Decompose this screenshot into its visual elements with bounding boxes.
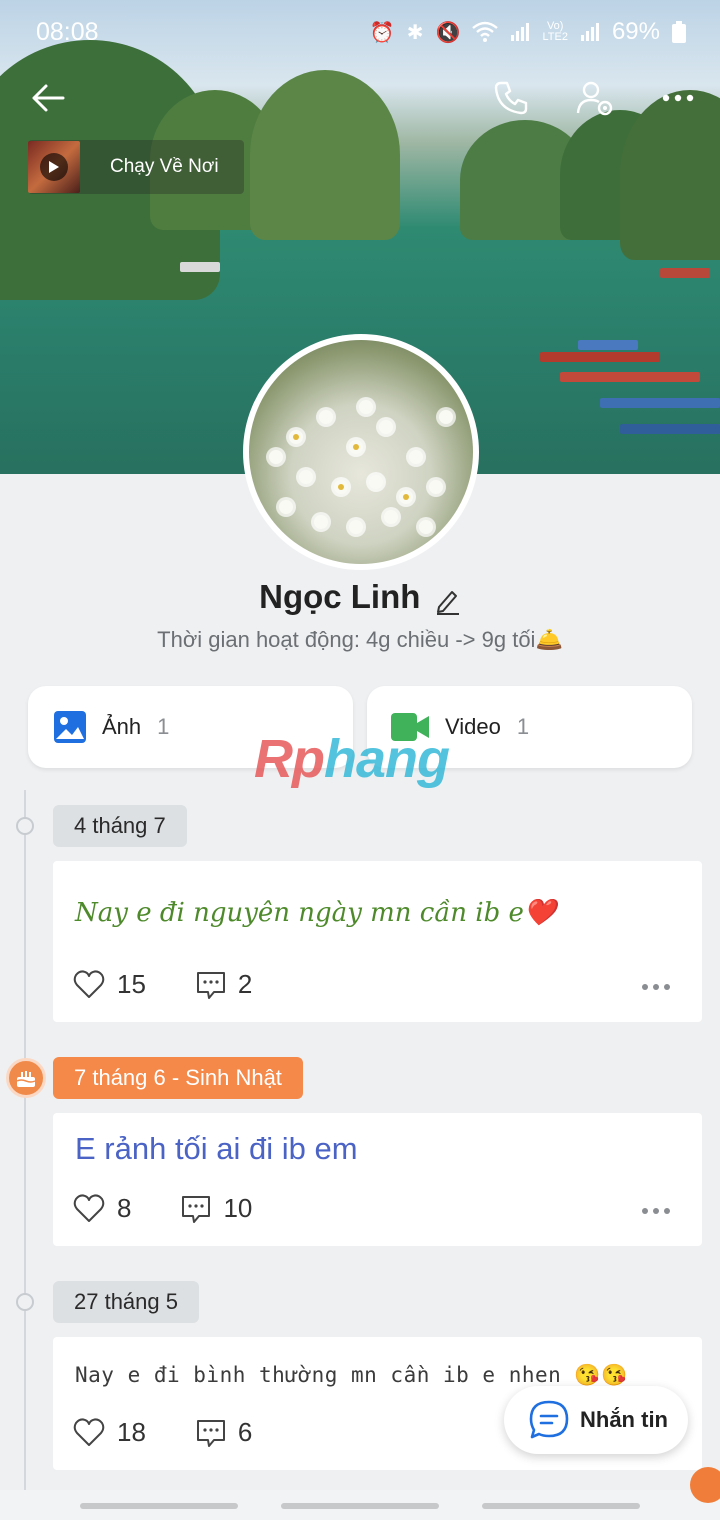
post-date-chip: 4 tháng 7 xyxy=(53,805,187,847)
post-actions: 18 6 xyxy=(73,1417,252,1448)
like-button[interactable]: 8 xyxy=(73,1193,131,1224)
photos-label: Ảnh xyxy=(102,714,142,739)
bluetooth-icon: ✱ xyxy=(406,21,424,44)
post-text: E rảnh tối ai đi ib em xyxy=(75,1131,358,1166)
image-icon xyxy=(54,711,86,743)
send-message-button[interactable]: Nhắn tin xyxy=(504,1386,688,1454)
like-button[interactable]: 18 xyxy=(73,1417,146,1448)
avatar[interactable] xyxy=(243,334,479,570)
profile-name: Ngọc Linh xyxy=(259,578,421,615)
system-nav-bar xyxy=(0,1490,720,1520)
more-icon xyxy=(662,94,694,102)
post-date-chip-birthday: 7 tháng 6 - Sinh Nhật xyxy=(53,1057,303,1099)
timeline-dot xyxy=(16,1293,34,1311)
nav-recent-button[interactable] xyxy=(80,1503,238,1509)
heart-icon xyxy=(73,970,105,998)
like-count: 8 xyxy=(117,1193,132,1223)
alarm-icon: ⏰ xyxy=(369,21,395,44)
wifi-icon xyxy=(472,21,499,42)
comment-count: 2 xyxy=(237,969,253,999)
post-more-icon[interactable] xyxy=(642,984,670,990)
post-card[interactable]: E rảnh tối ai đi ib em 8 10 xyxy=(53,1113,702,1246)
phone-icon xyxy=(494,81,528,115)
post-more-icon[interactable] xyxy=(642,1208,670,1214)
heart-icon xyxy=(73,1418,105,1446)
back-button[interactable] xyxy=(18,68,78,128)
status-time: 08:08 xyxy=(36,18,99,46)
battery-level: 69% xyxy=(611,18,660,45)
comment-count: 10 xyxy=(223,1193,253,1223)
post-card[interactable]: Nay e đi nguyên ngày mn cần ib e❤️ 15 2 xyxy=(53,861,702,1022)
edit-name-icon[interactable] xyxy=(435,587,461,620)
timeline-dot xyxy=(16,817,34,835)
comment-icon xyxy=(182,1195,211,1223)
comment-count: 6 xyxy=(237,1417,253,1447)
photos-count: 1 xyxy=(157,714,170,739)
play-icon[interactable] xyxy=(40,153,68,181)
post-text: Nay e đi bình thường mn cần ib e nhen 😘😘 xyxy=(75,1363,628,1387)
like-count: 18 xyxy=(117,1417,146,1447)
music-cover xyxy=(28,141,80,193)
comment-button[interactable]: 6 xyxy=(196,1417,252,1448)
back-arrow-icon xyxy=(32,84,65,112)
heart-icon xyxy=(73,1194,105,1222)
avatar-image xyxy=(249,340,473,564)
post-text: Nay e đi nguyên ngày mn cần ib e❤️ xyxy=(75,898,557,928)
like-count: 15 xyxy=(117,969,146,999)
status-bar: 08:08 ⏰ ✱ 🔇 Vo) LTE2 69% xyxy=(0,0,720,66)
signal-icon xyxy=(511,23,530,41)
nav-home-button[interactable] xyxy=(281,1503,439,1509)
like-button[interactable]: 15 xyxy=(73,969,146,1000)
comment-button[interactable]: 2 xyxy=(196,969,252,1000)
videos-label: Video xyxy=(445,714,501,739)
send-message-label: Nhắn tin xyxy=(580,1407,668,1432)
music-title: Chạy Về Nơi xyxy=(110,156,219,177)
status-icons: ⏰ ✱ 🔇 Vo) LTE2 69% xyxy=(370,18,686,46)
comment-icon xyxy=(196,971,225,999)
volte-icon: Vo) LTE2 xyxy=(542,20,568,43)
mute-icon: 🔇 xyxy=(435,21,461,44)
comment-button[interactable]: 10 xyxy=(181,1193,252,1224)
comment-icon xyxy=(196,1419,225,1447)
more-options-button[interactable] xyxy=(648,68,708,128)
profile-settings-button[interactable] xyxy=(565,68,625,128)
birthday-cake-icon xyxy=(6,1058,46,1098)
post-date-chip: 27 tháng 5 xyxy=(53,1281,199,1323)
profile-bio: Thời gian hoạt động: 4g chiều -> 9g tối🛎… xyxy=(157,627,563,652)
chat-icon xyxy=(529,1400,569,1439)
signal-icon xyxy=(580,23,599,41)
videos-count: 1 xyxy=(516,714,530,739)
nav-back-button[interactable] xyxy=(482,1503,640,1509)
post-actions: 8 10 xyxy=(73,1193,252,1224)
profile-music[interactable]: Chạy Về Nơi xyxy=(28,140,244,194)
user-settings-icon xyxy=(576,81,613,116)
call-button[interactable] xyxy=(481,68,541,128)
timeline-line xyxy=(24,790,26,1510)
profile-name-row: Ngọc Linh xyxy=(0,578,720,620)
post-actions: 15 2 xyxy=(73,969,252,1000)
watermark-logo: Rphang xyxy=(254,729,450,789)
battery-icon xyxy=(672,21,686,43)
floating-bubble-icon[interactable] xyxy=(690,1467,720,1503)
